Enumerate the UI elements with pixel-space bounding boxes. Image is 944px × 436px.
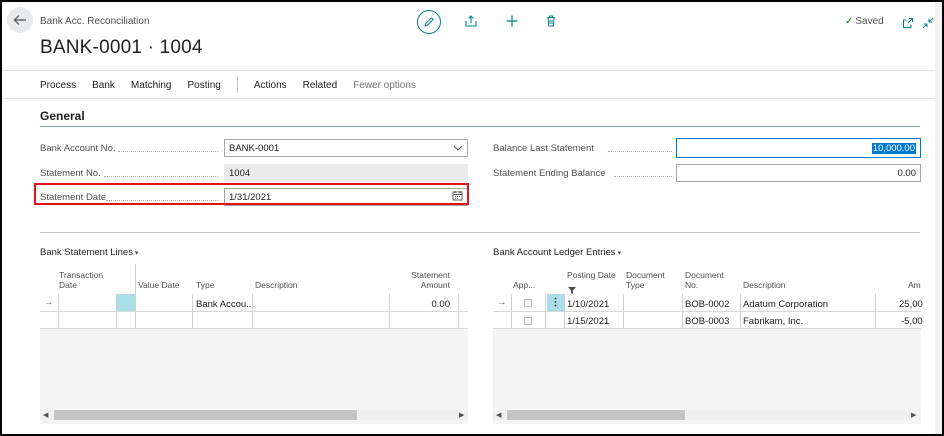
row-document-no: BOB-0003 <box>685 316 730 327</box>
back-arrow-icon[interactable] <box>7 7 33 33</box>
balance-last-statement-value: 10,000.00 <box>871 142 916 154</box>
col-divider <box>192 294 193 329</box>
statement-ending-balance-field[interactable]: 0.00 <box>676 164 921 182</box>
row-amount: -5,00 <box>901 316 923 327</box>
col-divider <box>682 294 683 329</box>
delete-trash-icon[interactable] <box>542 12 560 30</box>
saved-status: ✓ Saved <box>845 16 884 27</box>
col-divider <box>252 294 253 329</box>
col-document-no[interactable]: Document No. <box>685 270 727 290</box>
edit-pencil-icon[interactable] <box>417 10 441 34</box>
row-description: Fabrikam, Inc. <box>743 316 804 327</box>
col-divider <box>623 294 624 329</box>
scroll-right-icon[interactable]: ▶ <box>459 411 464 419</box>
dotted-leader <box>614 176 672 177</box>
menu-fewer-options[interactable]: Fewer options <box>353 80 416 91</box>
menu-process[interactable]: Process <box>40 80 76 91</box>
dotted-leader <box>118 151 218 152</box>
page-title: BANK-0001 · 1004 <box>40 37 203 58</box>
row-type: Bank Accou... <box>196 299 255 310</box>
col-statement-amount[interactable]: Statement Amount <box>402 270 450 290</box>
row-amount: 0.00 <box>431 299 451 310</box>
chevron-down-icon[interactable]: ▾ <box>616 250 621 257</box>
statement-ending-balance-value: 0.00 <box>897 167 917 179</box>
action-menu: Process Bank Matching Posting Actions Re… <box>40 77 432 93</box>
open-new-window-icon[interactable] <box>899 14 917 32</box>
col-posting-date[interactable]: Posting Date <box>567 270 616 280</box>
col-divider <box>545 294 546 329</box>
col-description[interactable]: Description <box>255 280 298 290</box>
applied-checkbox[interactable] <box>524 317 532 325</box>
menu-divider <box>236 77 238 93</box>
col-value-date[interactable]: Value Date <box>138 280 179 290</box>
scroll-left-icon[interactable]: ◀ <box>43 411 48 419</box>
col-amount[interactable]: Am <box>908 280 921 290</box>
checkmark-icon: ✓ <box>845 16 854 27</box>
col-document-type[interactable]: Document Type <box>626 270 668 290</box>
row-description: Adatum Corporation <box>743 299 829 310</box>
table-row[interactable] <box>40 312 468 329</box>
general-underline <box>40 126 920 127</box>
col-divider <box>389 294 390 329</box>
chevron-down-icon[interactable] <box>453 143 463 154</box>
statement-no-label: Statement No. <box>40 168 101 179</box>
statement-no-value: 1004 <box>229 167 251 179</box>
balance-last-statement-label: Balance Last Statement <box>493 143 594 154</box>
row-posting-date: 1/10/2021 <box>567 299 610 310</box>
vertical-scrollbar[interactable] <box>935 2 942 434</box>
menu-actions[interactable]: Actions <box>254 80 287 91</box>
page-frame: Bank Acc. Reconciliation BANK-0001 · 100… <box>2 2 942 434</box>
bank-statement-lines-label: Bank Statement Lines <box>40 247 133 258</box>
statement-no-field: 1004 <box>224 164 468 182</box>
col-type[interactable]: Type <box>196 280 214 290</box>
scroll-right-icon[interactable]: ▶ <box>911 411 916 419</box>
active-cell[interactable] <box>116 294 135 311</box>
statement-ending-balance-label: Statement Ending Balance <box>493 168 606 179</box>
balance-last-statement-field[interactable]: 10,000.00 <box>676 138 921 158</box>
col-divider <box>511 294 512 329</box>
chevron-down-icon[interactable]: ▾ <box>133 250 139 257</box>
dotted-leader <box>104 176 218 177</box>
menu-bank[interactable]: Bank <box>92 80 115 91</box>
new-plus-icon[interactable] <box>503 12 521 30</box>
general-heading[interactable]: General <box>40 109 85 123</box>
ledger-entries-title[interactable]: Bank Account Ledger Entries ▾ <box>493 247 621 258</box>
col-divider <box>135 264 136 329</box>
scrollbar-thumb[interactable] <box>507 410 685 420</box>
highlight-box <box>34 183 469 205</box>
row-arrow-icon: → <box>44 297 54 308</box>
menu-posting[interactable]: Posting <box>188 80 221 91</box>
scrollbar-thumb[interactable] <box>54 410 357 420</box>
menu-divider-line <box>2 98 942 99</box>
bank-account-no-field[interactable]: BANK-0001 <box>224 139 468 157</box>
bank-account-no-value: BANK-0001 <box>229 142 280 154</box>
ledger-entries-label: Bank Account Ledger Entries <box>493 247 616 258</box>
header-divider <box>2 70 942 71</box>
row-actions-ellipsis-icon[interactable]: ⋮ <box>547 294 564 311</box>
saved-label: Saved <box>855 16 884 27</box>
dotted-leader <box>608 151 672 152</box>
col-divider <box>58 294 59 329</box>
col-divider <box>740 294 741 329</box>
col-divider <box>564 294 565 329</box>
row-amount: 25,00 <box>899 299 923 310</box>
menu-related[interactable]: Related <box>303 80 337 91</box>
applied-checkbox[interactable] <box>524 299 532 307</box>
section-divider <box>40 232 920 233</box>
col-divider <box>458 294 459 329</box>
bank-statement-lines-title[interactable]: Bank Statement Lines ▾ <box>40 247 138 258</box>
row-arrow-icon: → <box>497 297 507 308</box>
col-description[interactable]: Description <box>743 280 786 290</box>
col-applied[interactable]: App... <box>513 280 535 290</box>
col-divider <box>875 294 876 329</box>
share-icon[interactable] <box>462 12 480 30</box>
col-transaction-date[interactable]: Transaction Date <box>59 270 111 290</box>
bank-account-no-label: Bank Account No. <box>40 143 116 154</box>
col-divider <box>116 294 117 329</box>
menu-matching[interactable]: Matching <box>131 80 172 91</box>
page-caption: Bank Acc. Reconciliation <box>40 16 150 27</box>
scroll-left-icon[interactable]: ◀ <box>496 411 501 419</box>
row-posting-date: 1/15/2021 <box>567 316 610 327</box>
row-document-no: BOB-0002 <box>685 299 730 310</box>
